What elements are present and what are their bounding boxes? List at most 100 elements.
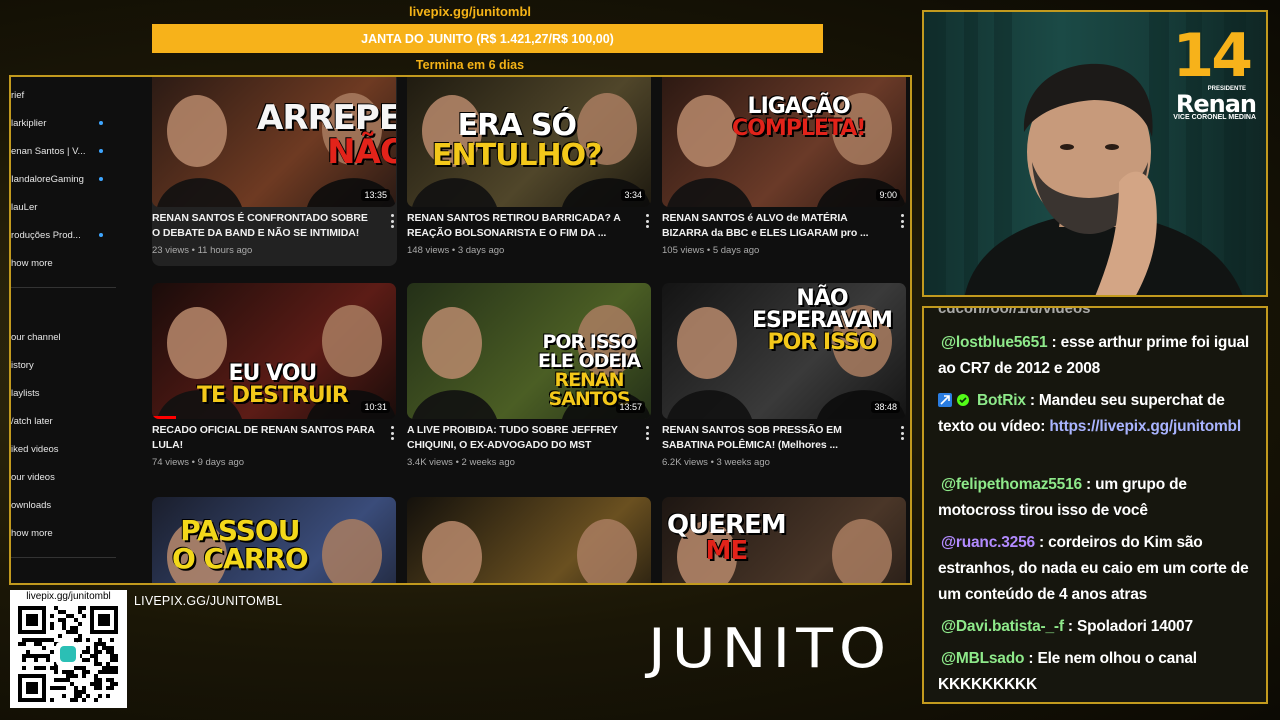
video-card[interactable]: POR ISSO ELE ODEIA RENAN SANTOS 13:57 A LIVE… <box>407 283 652 478</box>
sidebar-divider <box>11 557 116 558</box>
video-meta: 74 views • 9 days ago <box>152 457 245 468</box>
chat-username[interactable]: @lostblue5651 <box>941 334 1048 351</box>
sidebar-subscription-item[interactable]: lauLer <box>11 197 121 217</box>
video-card[interactable]: LIGAÇÃO COMPLETA! 9:00 RENAN SANTOS é ALVO … <box>662 77 907 266</box>
sidebar-item-label: lauLer <box>11 201 38 213</box>
thumbnail-title-text: NÃO ESPERAVAM POR ISSO <box>752 286 893 355</box>
new-content-dot-icon <box>99 177 103 181</box>
sidebar-subscription-item[interactable]: enan Santos | V... <box>11 141 121 161</box>
video-title[interactable]: A LIVE PROIBIDA: TUDO SOBRE JEFFREY CHIQ… <box>407 423 632 453</box>
video-card[interactable]: PASSOU O CARRO <box>152 497 397 583</box>
video-card[interactable]: QUEREM ME <box>662 497 907 583</box>
chat-message: @ruanc.3256 : cordeiros do Kim são estra… <box>938 530 1258 608</box>
video-card[interactable]: ERA SÓ ENTULHO? 3:34 RENAN SANTOS RETIROU B… <box>407 77 652 266</box>
chat-message: @felipethomaz5516 : um grupo de motocros… <box>938 472 1258 524</box>
more-options-icon[interactable] <box>899 214 905 228</box>
campaign-vice: VICE CORONEL MEDINA <box>1173 114 1256 121</box>
more-options-icon[interactable] <box>644 426 650 440</box>
video-card[interactable]: ARREPENDENÃO 13:35 RENAN SANTOS É CONFRONT… <box>152 77 397 266</box>
video-title[interactable]: RENAN SANTOS é ALVO de MATÉRIA BIZARRA d… <box>662 211 887 241</box>
video-title[interactable]: RENAN SANTOS É CONFRONTADO SOBRE O DEBAT… <box>152 211 377 241</box>
more-options-icon[interactable] <box>389 214 395 228</box>
sidebar-you-item[interactable]: our videos <box>11 467 121 487</box>
goal-url: livepix.gg/junitombl <box>408 4 532 19</box>
goal-progress-bar: JANTA DO JUNITO (R$ 1.421,27/R$ 100,00) <box>152 24 823 53</box>
sidebar-item-label: roduções Prod... <box>11 229 81 241</box>
sidebar-item-label: how more <box>11 257 53 269</box>
sidebar-item-label: larkiplier <box>11 117 47 129</box>
thumbnail-title-text: PASSOU O CARRO <box>172 514 309 575</box>
more-options-icon[interactable] <box>899 426 905 440</box>
qr-code-box: livepix.gg/junitombl <box>10 590 127 708</box>
sidebar-item-label: our channel <box>11 331 61 343</box>
video-duration: 38:48 <box>871 401 900 413</box>
yt-sidebar: rief larkiplier enan Santos | V... Iandalor… <box>11 77 121 583</box>
video-thumbnail[interactable]: EU VOU TE DESTRUIR 10:31 <box>152 283 396 419</box>
chat-link[interactable]: https://livepix.gg/junitombl <box>1049 418 1241 435</box>
campaign-number: 14 <box>1172 21 1253 91</box>
bot-badge-icon <box>938 393 952 407</box>
sidebar-you-item[interactable]: our channel <box>11 327 121 347</box>
more-options-icon[interactable] <box>389 426 395 440</box>
sidebar-item-label: our videos <box>11 471 55 483</box>
chat-username[interactable]: @ruanc.3256 <box>941 534 1035 551</box>
video-thumbnail[interactable]: NÃO ESPERAVAM POR ISSO 38:48 <box>662 283 906 419</box>
thumbnail-title-text: LIGAÇÃO COMPLETA! <box>732 94 866 141</box>
sidebar-you-item[interactable]: laylists <box>11 383 121 403</box>
video-duration: 13:57 <box>616 401 645 413</box>
sidebar-you-item[interactable]: /atch later <box>11 411 121 431</box>
video-title[interactable]: RECADO OFICIAL DE RENAN SANTOS PARA LULA… <box>152 423 377 453</box>
sidebar-subscription-item[interactable]: IandaloreGaming <box>11 169 121 189</box>
sidebar-item-label: how more <box>11 527 53 539</box>
sidebar-you-item[interactable]: ownloads <box>11 495 121 515</box>
sidebar-item-label: enan Santos | V... <box>11 145 86 157</box>
sidebar-subscription-item[interactable]: larkiplier <box>11 113 121 133</box>
sidebar-subscription-item[interactable]: how more <box>11 253 121 273</box>
sidebar-subscription-item[interactable]: roduções Prod... <box>11 225 121 245</box>
video-thumbnail[interactable]: ERA SÓ ENTULHO? 3:34 <box>407 77 651 207</box>
video-duration: 9:00 <box>876 189 900 201</box>
video-thumbnail[interactable]: PASSOU O CARRO <box>152 497 396 583</box>
sidebar-you-item[interactable]: how more <box>11 523 121 543</box>
chat-username[interactable]: @MBLsado <box>941 650 1024 667</box>
video-meta: 105 views • 5 days ago <box>662 245 760 256</box>
chat-message: BotRix : Mandeu seu superchat de texto o… <box>938 388 1258 440</box>
sidebar-you-item[interactable]: istory <box>11 355 121 375</box>
sidebar-subscription-item[interactable]: rief <box>11 85 121 105</box>
video-card[interactable]: NÃO ESPERAVAM POR ISSO 38:48 RENAN SANTOS SO… <box>662 283 907 478</box>
video-title[interactable]: RENAN SANTOS RETIROU BARRICADA? A REAÇÃO… <box>407 211 632 241</box>
video-card[interactable]: EU VOU TE DESTRUIR 10:31 RECADO OFICIAL DE … <box>152 283 397 478</box>
thumbnail-title-text: EU VOU TE DESTRUIR <box>197 361 349 408</box>
new-content-dot-icon <box>99 149 103 153</box>
watch-progress-bar <box>152 416 177 419</box>
video-duration: 13:35 <box>361 189 390 201</box>
video-thumbnail[interactable]: ARREPENDENÃO 13:35 <box>152 77 396 207</box>
chat-message: @MBLsado : Ele nem olhou o canal KKKKKKK… <box>938 646 1258 698</box>
more-options-icon[interactable] <box>644 214 650 228</box>
thumbnail-title-text: ARREPENDENÃO <box>257 98 396 172</box>
video-meta: 6.2K views • 3 weeks ago <box>662 457 770 468</box>
video-thumbnail[interactable] <box>407 497 651 583</box>
webcam-feed: 14 PRESIDENTE Renan VICE CORONEL MEDINA <box>922 10 1268 297</box>
sidebar-item-label: iked videos <box>11 443 59 455</box>
chat-username[interactable]: @Davi.batista-_-f <box>941 618 1064 635</box>
video-meta: 23 views • 11 hours ago <box>152 245 253 256</box>
video-thumbnail[interactable]: LIGAÇÃO COMPLETA! 9:00 <box>662 77 906 207</box>
video-card[interactable] <box>407 497 652 583</box>
chat-username[interactable]: @felipethomaz5516 <box>941 476 1082 493</box>
thumbnail-title-text: QUEREM ME <box>667 510 787 566</box>
video-thumbnail[interactable]: QUEREM ME <box>662 497 906 583</box>
video-thumbnail[interactable]: POR ISSO ELE ODEIA RENAN SANTOS 13:57 <box>407 283 651 419</box>
sidebar-item-label: IandaloreGaming <box>11 173 84 185</box>
sidebar-you-item[interactable]: iked videos <box>11 439 121 459</box>
chat-panel: cdcon//oo//1/d/videos @lostblue5651 : es… <box>922 306 1268 704</box>
sidebar-item-label: ownloads <box>11 499 52 511</box>
video-title[interactable]: RENAN SANTOS SOB PRESSÃO EM SABATINA POL… <box>662 423 887 453</box>
goal-text: JANTA DO JUNITO (R$ 1.421,27/R$ 100,00) <box>361 31 614 46</box>
thumbnail-figures <box>422 519 637 583</box>
goal-timer: Termina em 6 dias <box>415 58 525 72</box>
verified-badge-icon <box>957 394 969 406</box>
video-duration: 3:34 <box>621 189 645 201</box>
chat-message: @lostblue5651 : esse arthur prime foi ig… <box>938 330 1258 382</box>
chat-username[interactable]: BotRix <box>977 392 1026 409</box>
